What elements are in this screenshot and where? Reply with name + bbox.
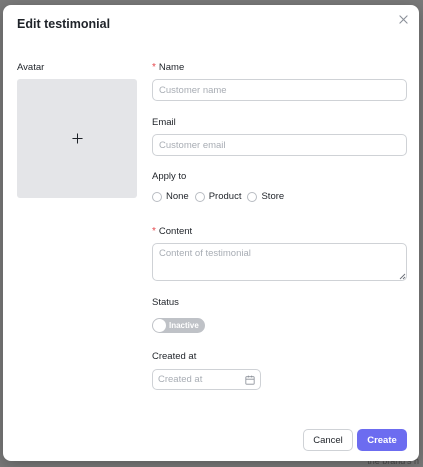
radio-button[interactable] <box>194 191 205 202</box>
cancel-button[interactable]: Cancel <box>303 429 353 451</box>
calendar-icon <box>245 375 255 385</box>
name-label: * Name <box>152 62 184 73</box>
radio-button[interactable] <box>152 191 162 202</box>
avatar-upload[interactable] <box>17 79 137 198</box>
radio-label: None <box>166 191 189 202</box>
resize-handle-icon[interactable] <box>398 272 406 280</box>
toggle-state-text: Inactive <box>169 321 199 330</box>
plus-icon <box>71 133 83 144</box>
status-toggle[interactable]: Inactive <box>152 318 205 333</box>
required-marker: * <box>152 62 156 73</box>
date-placeholder: Created at <box>158 374 203 385</box>
avatar-label: Avatar <box>17 62 45 73</box>
name-label-text: Name <box>158 62 185 73</box>
radio-button[interactable] <box>247 191 258 202</box>
edit-testimonial-modal: Edit testimonial Avatar *Name Email Appl… <box>3 5 419 461</box>
close-button[interactable] <box>395 11 411 27</box>
email-label: Email <box>152 117 176 128</box>
radio-product[interactable]: Product <box>194 191 242 202</box>
toggle-knob <box>153 319 166 332</box>
radio-label: Product <box>208 191 242 202</box>
create-button[interactable]: Create <box>357 429 407 451</box>
content-textarea[interactable] <box>152 243 407 281</box>
apply-to-radio-group: None Product Store <box>152 191 284 202</box>
content-label-text: Content <box>158 226 193 237</box>
created-at-date-picker[interactable]: Created at <box>152 369 261 390</box>
email-input[interactable] <box>152 134 407 156</box>
radio-none[interactable]: None <box>152 191 189 202</box>
name-input[interactable] <box>152 79 407 101</box>
required-marker: * <box>152 226 156 237</box>
created-at-label: Created at <box>152 351 197 362</box>
radio-label: Store <box>261 191 285 202</box>
modal-title: Edit testimonial <box>17 17 111 31</box>
apply-to-label: Apply to <box>152 171 187 182</box>
close-icon <box>398 14 408 24</box>
content-label: * Content <box>152 226 192 237</box>
status-label: Status <box>152 297 179 308</box>
radio-store[interactable]: Store <box>247 191 284 202</box>
